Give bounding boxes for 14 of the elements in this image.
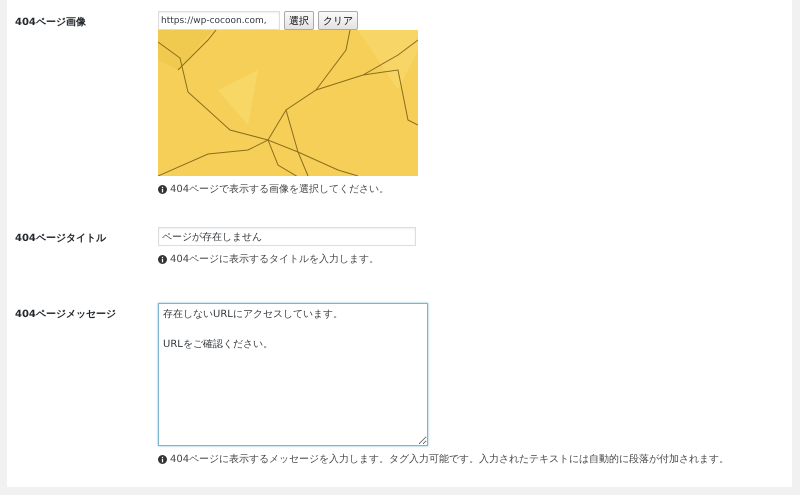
help-text: 404ページに表示するタイトルを入力します。: [170, 252, 380, 266]
info-icon: [158, 184, 167, 194]
help-text: 404ページに表示するメッセージを入力します。タグ入力可能です。入力されたテキストには自動的に段落が付加されます。: [170, 452, 730, 466]
clear-button[interactable]: クリア: [318, 11, 358, 30]
info-icon: [158, 454, 167, 464]
info-icon: [158, 254, 167, 264]
message-field[interactable]: 存在しないURLにアクセスしています。 URLをご確認ください。: [158, 303, 428, 446]
setting-label: 404ページ画像: [15, 16, 87, 30]
select-button[interactable]: 選択: [284, 11, 314, 30]
url-field[interactable]: https://wp-cocoon.com,: [158, 11, 280, 30]
setting-label: 404ページメッセージ: [15, 308, 117, 322]
setting-label: 404ページタイトル: [15, 232, 108, 246]
title-field[interactable]: ページが存在しません: [158, 227, 416, 246]
help-text: 404ページで表示する画像を選択してください。: [170, 182, 390, 196]
